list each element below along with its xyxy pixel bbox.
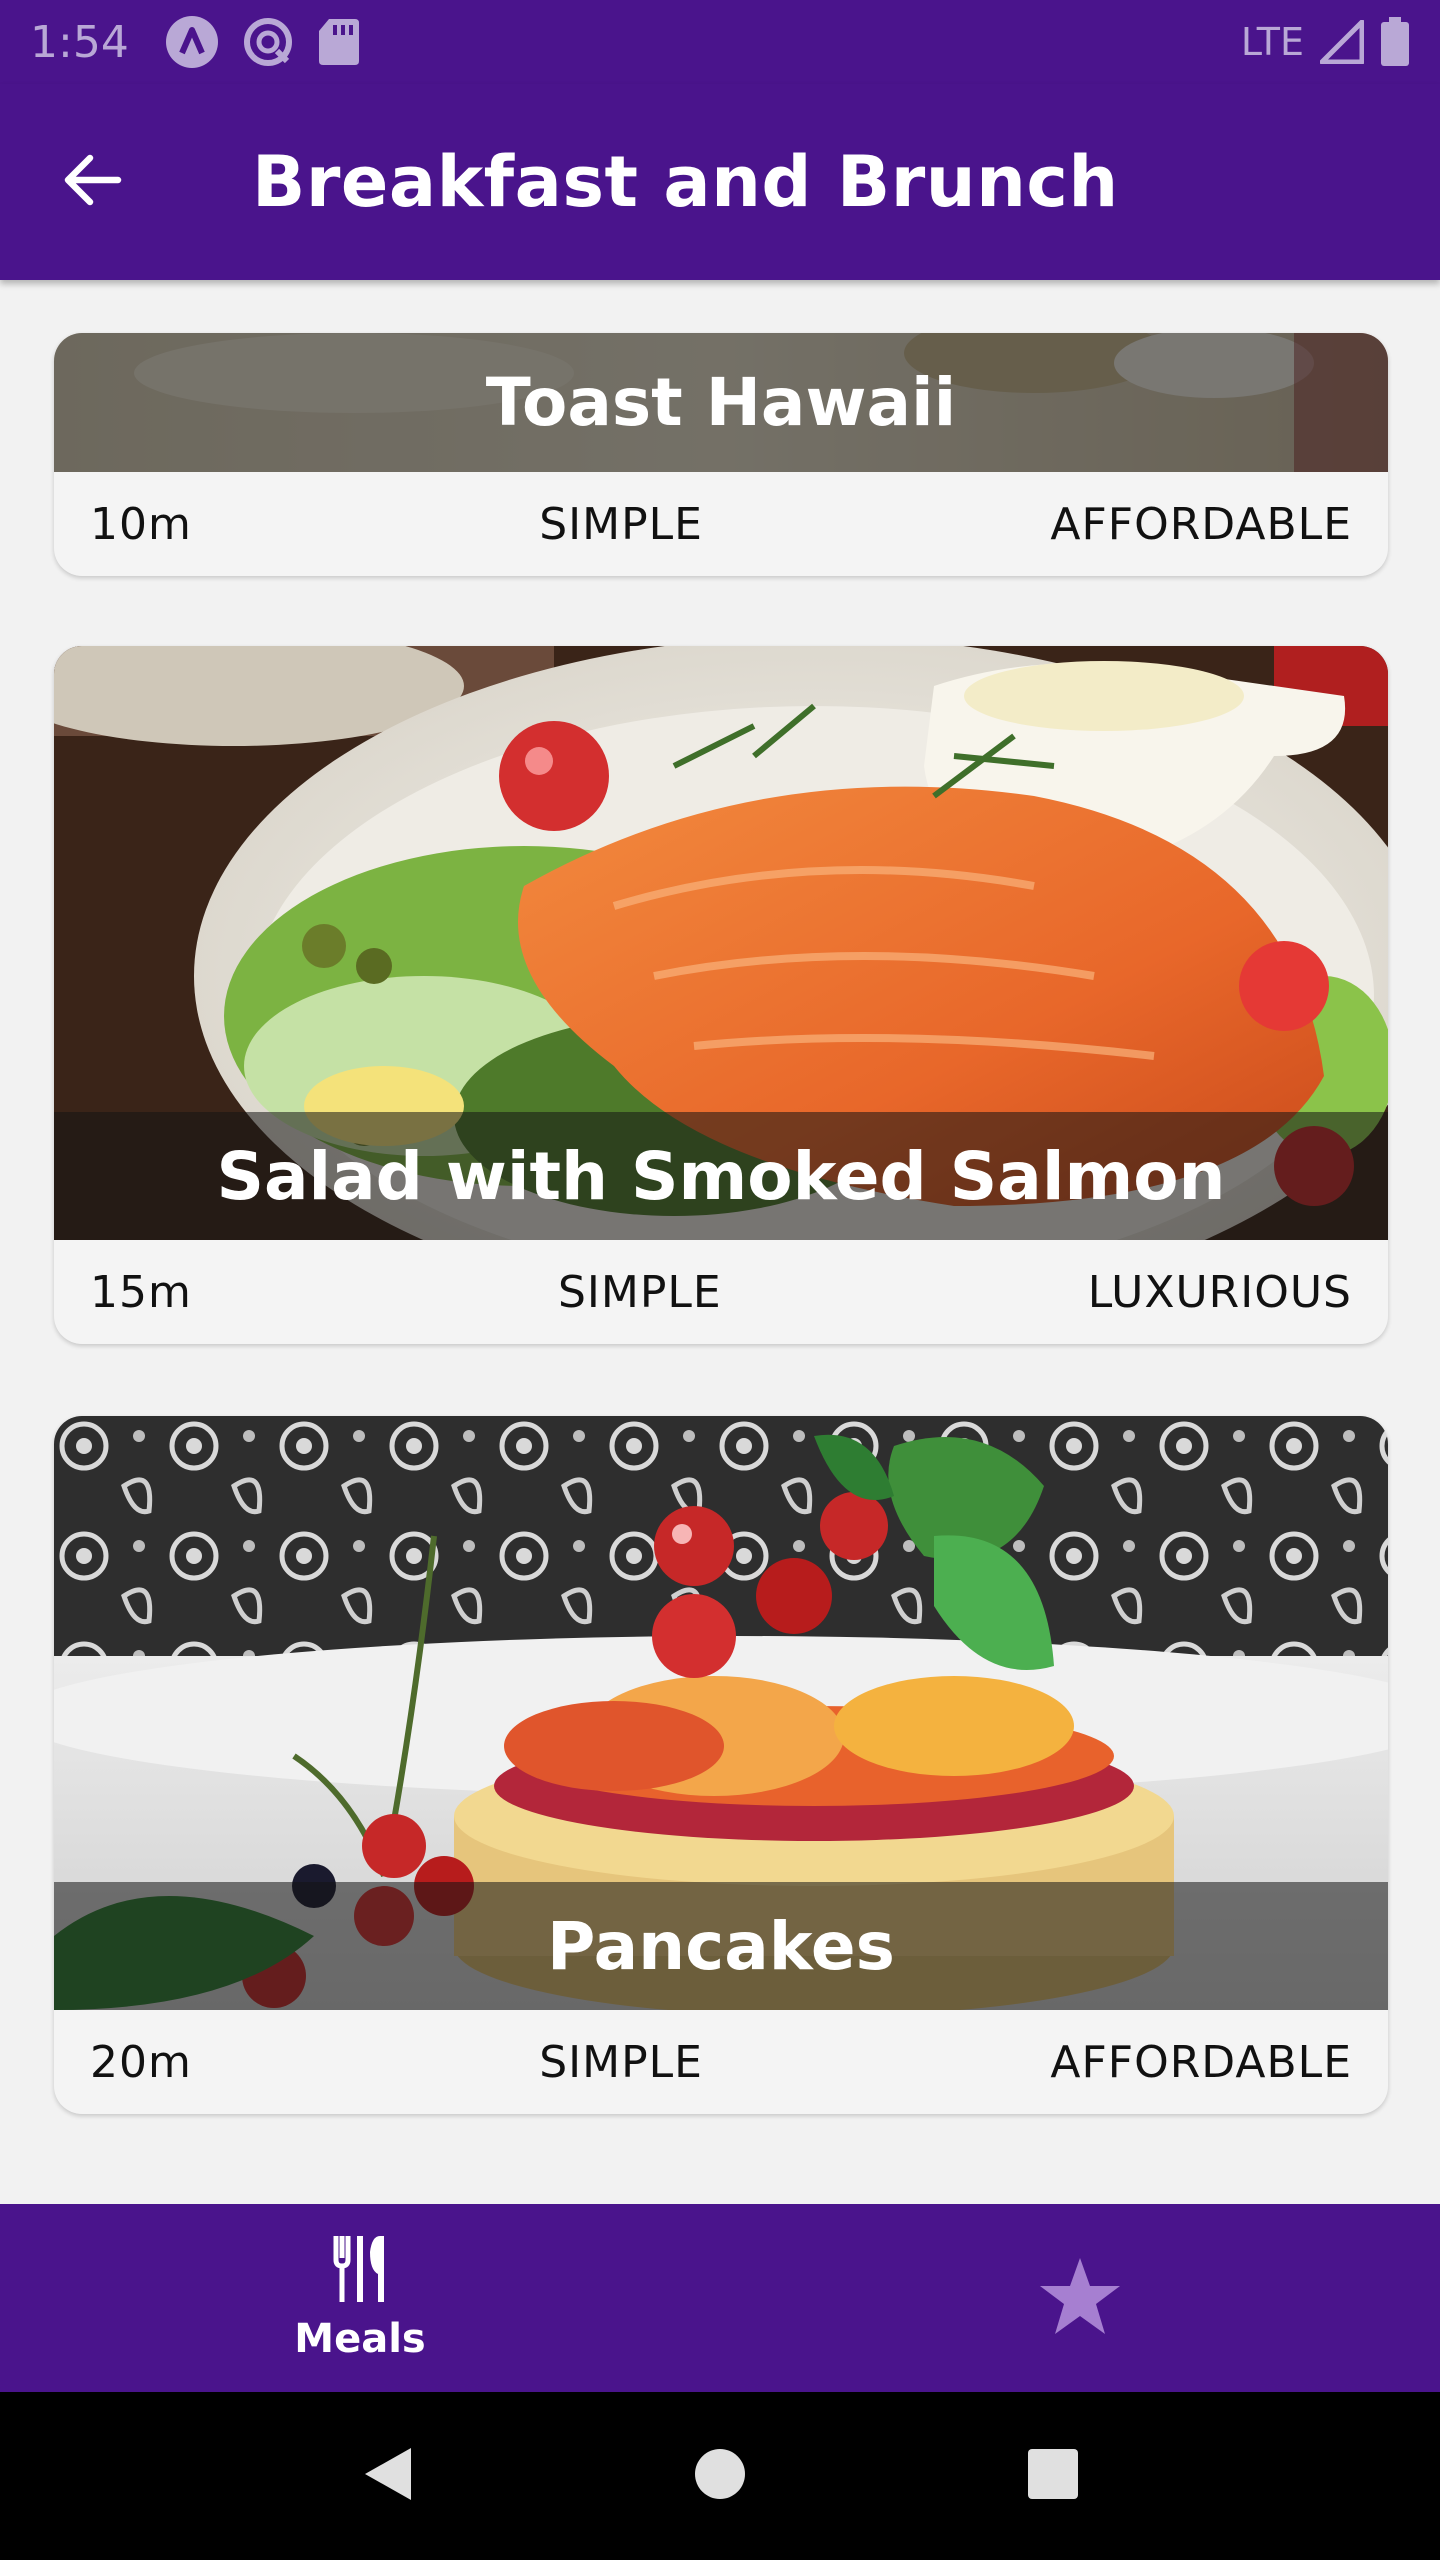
meal-complexity: SIMPLE: [557, 1266, 722, 1318]
nav-item-meals[interactable]: Meals: [0, 2204, 720, 2392]
meal-complexity: SIMPLE: [539, 2036, 703, 2088]
app-root: 1:54 LTE Breakfast and Brunch Toast Hawa…: [0, 0, 1440, 2560]
meal-title-band: Salad with Smoked Salmon: [54, 1112, 1388, 1240]
triangle-back-icon: [359, 2444, 415, 2508]
meal-affordability: AFFORDABLE: [1050, 2036, 1352, 2088]
bottom-navigation: Meals: [0, 2204, 1440, 2392]
meal-meta: 15m SIMPLE LUXURIOUS: [54, 1240, 1388, 1344]
nav-item-favorites[interactable]: [720, 2204, 1440, 2392]
meal-list[interactable]: Toast Hawaii 10m SIMPLE AFFORDABLE Salad…: [0, 280, 1440, 2204]
battery-icon: [1380, 17, 1410, 67]
meal-duration: 10m: [90, 498, 192, 550]
status-icons-right: LTE: [1241, 17, 1410, 67]
meal-meta: 10m SIMPLE AFFORDABLE: [54, 472, 1388, 576]
meal-duration: 15m: [90, 1266, 192, 1318]
status-bar: 1:54 LTE: [0, 0, 1440, 84]
a-icon: [165, 15, 219, 69]
meal-image-toast-hawaii: Toast Hawaii: [54, 333, 1388, 472]
meal-card-toast-hawaii[interactable]: Toast Hawaii 10m SIMPLE AFFORDABLE: [54, 333, 1388, 576]
signal-icon: [1320, 20, 1364, 64]
status-icons-left: [165, 15, 361, 69]
meal-title: Toast Hawaii: [485, 364, 957, 441]
circle-home-icon: [693, 2447, 747, 2505]
system-home-button[interactable]: [675, 2431, 765, 2521]
meal-title: Salad with Smoked Salmon: [216, 1137, 1226, 1215]
star-icon: [1038, 2256, 1122, 2340]
meal-title-band: Toast Hawaii: [54, 333, 1388, 472]
meal-image-pancakes: Pancakes: [54, 1416, 1388, 2010]
square-recents-icon: [1026, 2447, 1080, 2505]
system-recents-button[interactable]: [1008, 2431, 1098, 2521]
meal-affordability: AFFORDABLE: [1050, 498, 1352, 550]
sync-icon: [241, 15, 295, 69]
page-title: Breakfast and Brunch: [252, 141, 1119, 223]
meal-meta: 20m SIMPLE AFFORDABLE: [54, 2010, 1388, 2114]
meal-title: Pancakes: [547, 1907, 895, 1985]
meal-card-salmon-salad[interactable]: Salad with Smoked Salmon 15m SIMPLE LUXU…: [54, 646, 1388, 1344]
system-navigation: [0, 2392, 1440, 2560]
fork-knife-icon: [332, 2234, 388, 2308]
meal-duration: 20m: [90, 2036, 192, 2088]
meal-affordability: LUXURIOUS: [1087, 1266, 1352, 1318]
app-bar: Breakfast and Brunch: [0, 84, 1440, 280]
sd-card-icon: [317, 17, 361, 67]
back-button[interactable]: [44, 134, 140, 230]
system-back-button[interactable]: [342, 2431, 432, 2521]
status-time: 1:54: [30, 16, 129, 68]
nav-label-meals: Meals: [294, 2316, 426, 2362]
meal-title-band: Pancakes: [54, 1882, 1388, 2010]
meal-image-salmon-salad: Salad with Smoked Salmon: [54, 646, 1388, 1240]
arrow-back-icon: [60, 148, 124, 216]
meal-card-pancakes[interactable]: Pancakes 20m SIMPLE AFFORDABLE: [54, 1416, 1388, 2114]
meal-complexity: SIMPLE: [539, 498, 703, 550]
network-type: LTE: [1240, 20, 1304, 64]
